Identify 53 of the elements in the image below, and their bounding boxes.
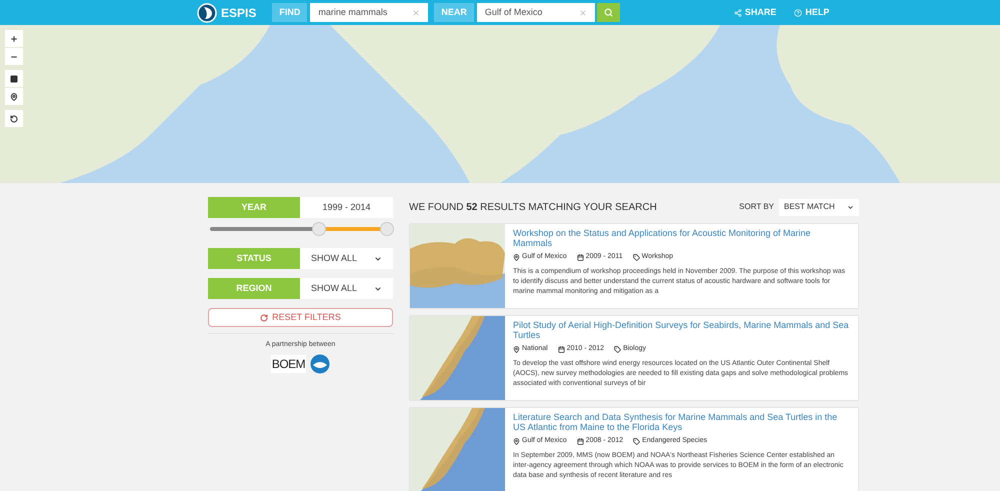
- filter-dropdown[interactable]: SHOW ALL: [300, 278, 393, 299]
- calendar-icon: [576, 438, 584, 445]
- reset-filters-button[interactable]: RESET FILTERS: [208, 308, 393, 327]
- tag-icon: [632, 254, 640, 261]
- caret-icon: [374, 284, 382, 292]
- partner-logo: BOEM: [270, 354, 306, 372]
- map-control-button[interactable]: [5, 110, 23, 127]
- emblem-icon: [310, 354, 330, 374]
- map-control-button[interactable]: [5, 30, 23, 47]
- filter-label: STATUS: [208, 248, 300, 269]
- clear-icon[interactable]: [412, 8, 420, 16]
- map-pin-icon: [10, 92, 18, 100]
- slider-thumb[interactable]: [380, 222, 394, 236]
- slider-thumb[interactable]: [312, 222, 326, 236]
- zoom-in-icon: [10, 34, 18, 42]
- find-label: FIND: [272, 3, 308, 22]
- near-label: NEAR: [434, 3, 474, 22]
- share-link[interactable]: SHARE: [734, 6, 776, 20]
- map-control-button[interactable]: [5, 70, 23, 87]
- map-pin-icon: [513, 254, 520, 261]
- results-summary: WE FOUND 52 RESULTS MATCHING YOUR SEARCH: [409, 200, 657, 214]
- square-icon: [10, 74, 18, 82]
- refresh-icon: [260, 314, 268, 322]
- clear-icon[interactable]: [578, 8, 587, 16]
- find-input[interactable]: marine mammals: [310, 3, 428, 22]
- near-input[interactable]: Gulf of Mexico: [476, 3, 595, 22]
- filter-label: REGION: [208, 278, 300, 299]
- year-range-slider[interactable]: [210, 222, 391, 236]
- sort-label: SORT BY: [739, 201, 774, 213]
- calendar-icon: [558, 346, 565, 353]
- search-button[interactable]: [596, 3, 620, 22]
- share-icon: [734, 8, 742, 16]
- year-label: YEAR: [208, 197, 300, 218]
- calendar-icon: [576, 254, 584, 261]
- result-title[interactable]: Pilot Study of Aerial High-Definition Surveys for Seabirds, Marine Mammals and Sea Turtles: [513, 320, 850, 340]
- caret-icon: [374, 254, 382, 262]
- year-range-value: 1999 - 2014: [300, 197, 393, 218]
- reset-icon: [10, 114, 18, 122]
- brand-name: ESPIS: [221, 4, 256, 22]
- sort-dropdown[interactable]: BEST MATCH: [779, 198, 859, 216]
- help-icon: [794, 8, 802, 16]
- search-icon: [604, 8, 613, 17]
- tag-icon: [633, 438, 640, 445]
- filter-dropdown[interactable]: SHOW ALL: [300, 248, 393, 269]
- map-control-button[interactable]: [5, 88, 23, 105]
- map-pin-icon: [513, 438, 520, 445]
- logo-icon: [197, 2, 217, 22]
- map-pin-icon: [513, 346, 520, 353]
- tag-icon: [614, 346, 622, 353]
- caret-icon: [847, 204, 854, 210]
- help-link[interactable]: HELP: [794, 6, 830, 20]
- result-title[interactable]: Workshop on the Status and Applications for Acoustic Monitoring of Marine Mammals: [513, 228, 850, 248]
- result-title[interactable]: Literature Search and Data Synthesis for Marine Mammals and Sea Turtles in the US Atlantic from Maine to the Florida Keys: [513, 412, 850, 432]
